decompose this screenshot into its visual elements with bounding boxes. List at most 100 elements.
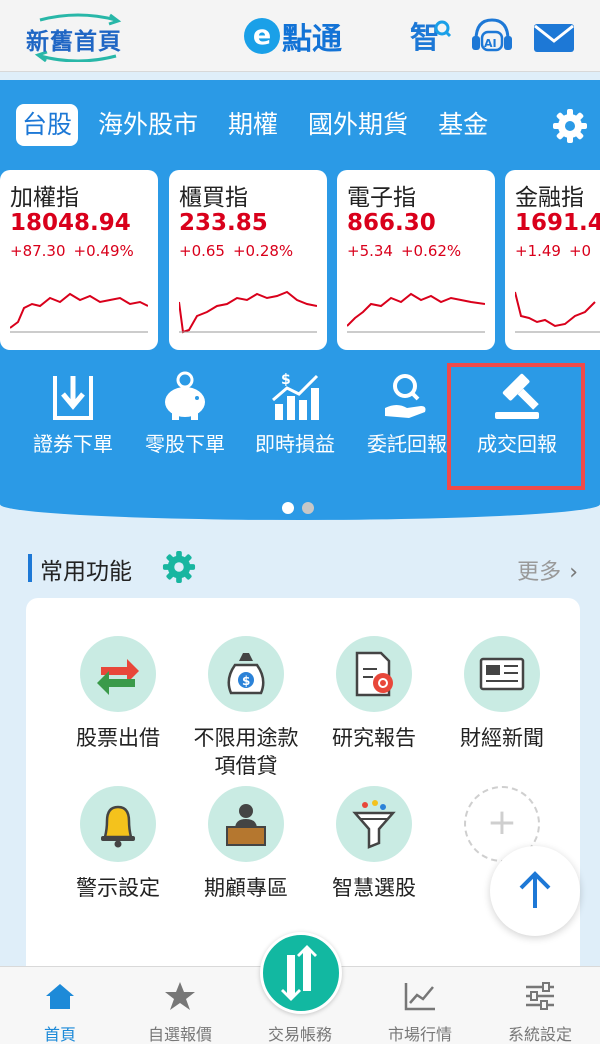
section-accent-bar [28,554,32,582]
quick-action-label: 證券下單 [33,432,113,456]
unrestricted-loan-item[interactable]: $ 不限用途款 項借貸 [184,636,308,780]
tab-foreign-futures[interactable]: 國外期貨 [308,104,408,146]
more-link[interactable]: 更多 › [517,554,578,586]
market-chart-icon [404,983,435,1011]
nav-market-quotes[interactable]: 市場行情 [360,981,480,1044]
trade-report-highlight [447,363,585,490]
function-label: 研究報告 [332,726,416,750]
index-card-otc[interactable]: 櫃買指 233.85 +0.65 +0.28% [169,170,327,350]
index-change: +87.30 +0.49% [10,242,148,260]
money-bag-icon: $ [227,653,265,695]
quick-action-label: 即時損益 [255,432,335,456]
function-label: 警示設定 [76,876,160,900]
page-dot-active[interactable] [282,502,294,514]
index-value: 233.85 [179,210,268,236]
function-label: 期顧專區 [204,876,288,900]
funnel-icon [352,800,396,849]
page-dot[interactable] [302,502,314,514]
index-cards: 加權指 18048.94 +87.30 +0.49% 櫃買指 233.85 +0.… [0,170,600,350]
futures-advisory-item[interactable]: 期顧專區 [184,786,308,902]
securities-order-button[interactable]: 證券下單 [18,370,128,480]
order-report-button[interactable]: 委託回報 [352,370,462,480]
stock-lending-item[interactable]: 股票出借 [56,636,180,752]
smart-stock-picker-item[interactable]: 智慧選股 [312,786,436,902]
tab-options[interactable]: 期權 [228,104,278,146]
more-label: 更多 [517,560,562,585]
profit-chart-icon: $ [272,372,319,420]
quick-action-label: 委託回報 [367,432,447,456]
svg-text:$: $ [242,674,250,688]
smart-search-icon[interactable]: 智 [408,16,452,58]
scroll-to-top-button[interactable] [490,846,580,936]
index-name: 加權指 [10,185,79,211]
piggy-bank-icon [165,371,205,420]
legacy-home-label: 新舊首頁 [26,29,122,55]
brand-name: 點通 [282,22,342,57]
index-change: +1.49 +0 [515,242,600,260]
index-sparkline [347,292,485,333]
newspaper-icon [479,657,525,691]
index-card-taiex[interactable]: 加權指 18048.94 +87.30 +0.49% [0,170,158,350]
function-icon-circle: $ [208,636,284,712]
svg-text:AI: AI [484,37,497,50]
index-change-points: +1.49 [515,242,561,260]
nav-label: 自選報價 [147,1025,212,1044]
function-label: 智慧選股 [332,876,416,900]
legacy-home-button[interactable]: 新舊首頁 [22,12,134,62]
index-value: 18048.94 [10,210,131,236]
ai-assistant-icon[interactable]: AI [470,16,514,58]
tab-funds[interactable]: 基金 [438,104,488,146]
function-icon-circle [336,786,412,862]
index-change-points: +5.34 [347,242,393,260]
market-tabs: 台股 海外股市 期權 國外期貨 基金 [16,104,518,146]
financial-news-item[interactable]: 財經新聞 [440,636,564,752]
index-change-percent: +0.62% [400,242,462,260]
presenter-icon [226,804,266,846]
index-change-points: +0.65 [179,242,225,260]
index-card-finance[interactable]: 金融指 1691.48 +1.49 +0 [505,170,600,350]
index-sparkline [515,291,600,333]
bell-icon [101,805,135,848]
alert-settings-item[interactable]: 警示設定 [56,786,180,902]
tab-taiwan-stocks[interactable]: 台股 [16,104,79,146]
gear-icon[interactable] [162,550,196,584]
nav-watchlist[interactable]: 自選報價 [120,981,240,1044]
nav-system-settings[interactable]: 系統設定 [480,981,600,1044]
index-name: 電子指 [347,185,416,211]
function-icon-circle [464,636,540,712]
function-icon-circle [208,786,284,862]
index-sparkline [179,290,317,334]
search-hand-icon [385,374,426,418]
gear-icon[interactable] [552,108,588,144]
trade-center-button[interactable] [260,932,342,1014]
function-icon-circle [80,636,156,712]
arrow-up-icon [519,871,551,908]
index-name: 金融指 [515,185,584,211]
function-label: 不限用途款 項借貸 [193,726,299,778]
nav-label: 系統設定 [507,1025,572,1044]
top-bar: 新舊首頁 e 點通 智 AI [0,0,600,72]
section-title: 常用功能 [40,559,132,585]
nav-home[interactable]: 首頁 [0,981,120,1044]
quick-action-label: 零股下單 [145,432,225,456]
research-report-item[interactable]: 研究報告 [312,636,436,752]
index-name: 櫃買指 [179,185,248,211]
sliders-icon [526,982,554,1010]
function-icon-circle [80,786,156,862]
function-label: 股票出借 [76,726,160,750]
index-change: +5.34 +0.62% [347,242,485,260]
app-brand-logo: e 點通 [244,14,342,58]
report-document-icon [355,651,393,697]
tab-overseas-stocks[interactable]: 海外股市 [98,104,198,146]
index-card-electronics[interactable]: 電子指 866.30 +5.34 +0.62% [337,170,495,350]
realtime-pnl-button[interactable]: $ 即時損益 [240,370,350,480]
function-icon-circle [336,636,412,712]
function-label: 財經新聞 [460,726,544,750]
odd-lot-order-button[interactable]: 零股下單 [130,370,240,480]
index-change-percent: +0.49% [73,242,134,260]
mail-icon[interactable] [532,16,576,58]
index-value: 1691.48 [515,210,600,236]
exchange-arrows-icon [97,659,139,695]
index-change-percent: +0.28% [232,242,294,260]
common-functions-header: 常用功能 更多 › [28,548,578,588]
